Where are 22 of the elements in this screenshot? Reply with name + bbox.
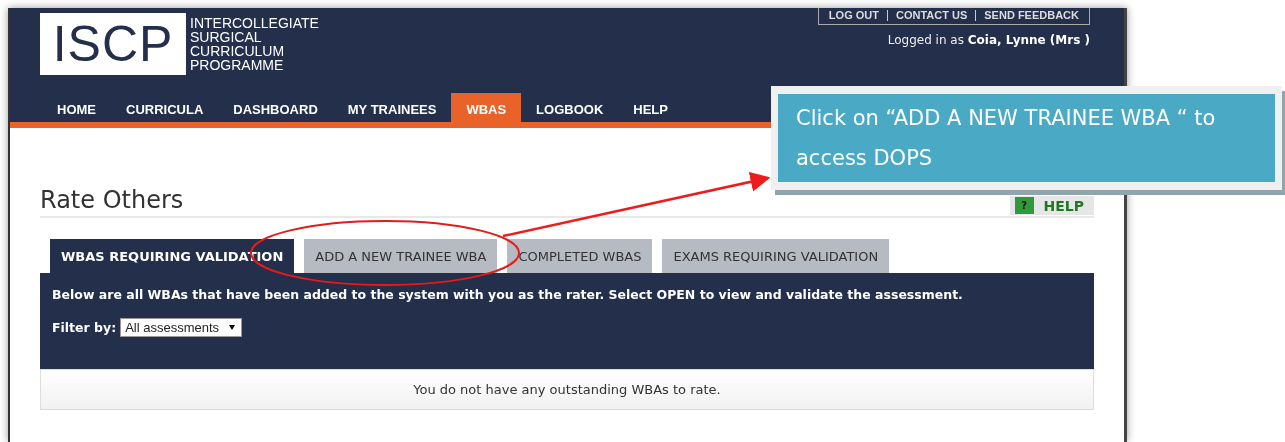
top-link[interactable]: SEND FEEDBACK [984,9,1079,21]
dropdown-arrow-icon [229,325,236,330]
filter-dropdown[interactable]: All assessments [120,318,243,337]
top-link[interactable]: CONTACT US [895,9,968,21]
empty-message: You do not have any outstanding WBAs to rate. [40,369,1094,410]
top-link[interactable]: LOG OUT [828,9,879,21]
nav-item[interactable]: HOME [42,93,111,125]
nav-item[interactable]: CURRICULA [111,93,219,125]
callout-text: Click on “ADD A NEW TRAINEE WBA “ to access DOPS [796,106,1216,170]
tab[interactable]: EXAMS REQUIRING VALIDATION [662,239,890,273]
tab[interactable]: ADD A NEW TRAINEE WBA [304,239,498,273]
help-button[interactable]: ? HELP [1009,196,1094,215]
nav-item[interactable]: MY TRAINEES [332,93,452,125]
nav-item[interactable]: HELP [618,93,683,125]
intro-text: Below are all WBAs that have been added to the system with you as the rater. Select OPEN to view and validate the assessment. [52,287,964,302]
filter-label: Filter by: [52,320,117,335]
tab[interactable]: COMPLETED WBAS [507,239,653,273]
help-icon: ? [1014,197,1034,214]
nav-item[interactable]: DASHBOARD [218,93,333,125]
logged-in-text: Logged in as Coia, Lynne (Mrs ) [887,33,1090,47]
page-title: Rate Others [40,186,184,214]
nav-item[interactable]: LOGBOOK [521,93,619,125]
